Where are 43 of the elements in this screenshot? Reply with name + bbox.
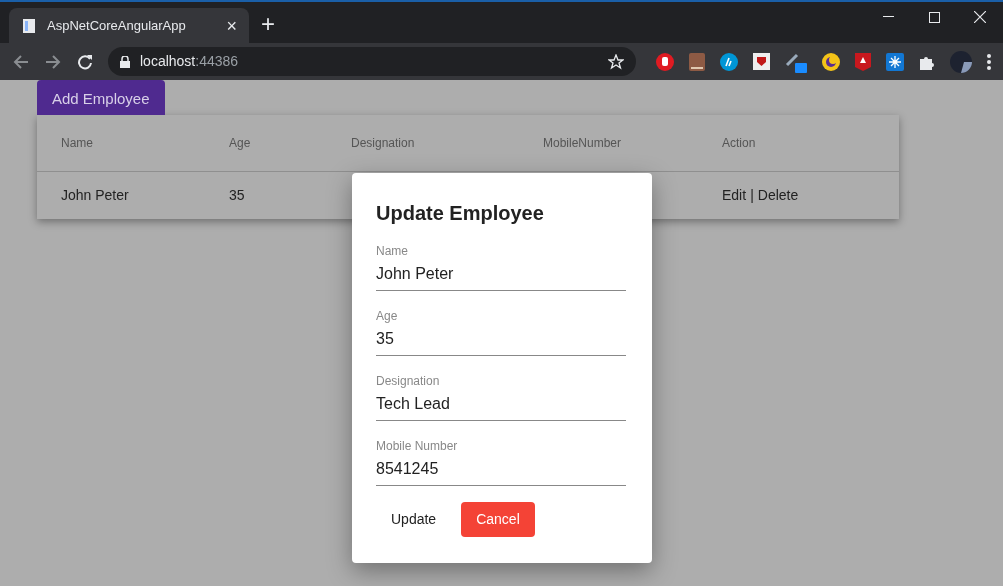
table-cell: 35 <box>229 187 245 203</box>
close-icon[interactable] <box>974 11 986 23</box>
column-header: Designation <box>351 136 415 150</box>
table-cell: John Peter <box>61 187 129 203</box>
minimize-icon[interactable] <box>882 16 894 18</box>
tab-title: AspNetCoreAngularApp <box>47 16 187 35</box>
field-label: Mobile Number <box>376 438 459 455</box>
avatar-icon[interactable] <box>950 50 972 73</box>
browser-tab[interactable]: AspNetCoreAngularApp × <box>9 8 249 43</box>
hp-logo-icon[interactable] <box>720 52 738 71</box>
address-bar[interactable]: localhost:44386 <box>108 47 636 76</box>
page-icon <box>21 17 37 34</box>
column-header: Name <box>61 136 93 150</box>
input-field[interactable]: Tech Lead <box>376 390 626 418</box>
input-field[interactable]: 35 <box>376 325 626 353</box>
back-arrow-icon[interactable] <box>13 53 29 70</box>
shield-icon[interactable] <box>753 53 770 70</box>
field-label: Designation <box>376 373 441 390</box>
close-tab-button[interactable]: × <box>226 16 237 35</box>
input-field[interactable]: 8541245 <box>376 455 626 483</box>
forward-arrow-icon[interactable] <box>45 53 61 70</box>
snowflake-icon[interactable] <box>886 52 904 71</box>
delete-link[interactable]: Delete <box>757 185 799 206</box>
column-header: Action <box>722 136 756 150</box>
column-header: MobileNumber <box>543 136 622 150</box>
dialog-title: Update Employee <box>376 201 545 225</box>
reload-icon[interactable] <box>77 53 93 70</box>
field-label: Age <box>376 308 399 325</box>
star-icon[interactable] <box>608 53 624 70</box>
add-employee-button[interactable]: Add Employee <box>37 80 165 115</box>
book-icon[interactable] <box>689 52 705 71</box>
maximize-icon[interactable] <box>928 11 940 23</box>
column-header: Age <box>229 136 251 150</box>
edit-link[interactable]: Edit <box>722 185 747 206</box>
field-label: Name <box>376 243 409 260</box>
lock-icon <box>120 55 130 68</box>
moon-icon[interactable] <box>822 52 840 71</box>
separator: | <box>750 186 754 205</box>
more-menu-icon[interactable] <box>987 53 991 70</box>
input-field[interactable]: John Peter <box>376 260 626 288</box>
cancel-button[interactable]: Cancel <box>461 502 535 537</box>
new-tab-button[interactable]: + <box>261 12 275 36</box>
url-text: localhost:44386 <box>140 52 239 71</box>
